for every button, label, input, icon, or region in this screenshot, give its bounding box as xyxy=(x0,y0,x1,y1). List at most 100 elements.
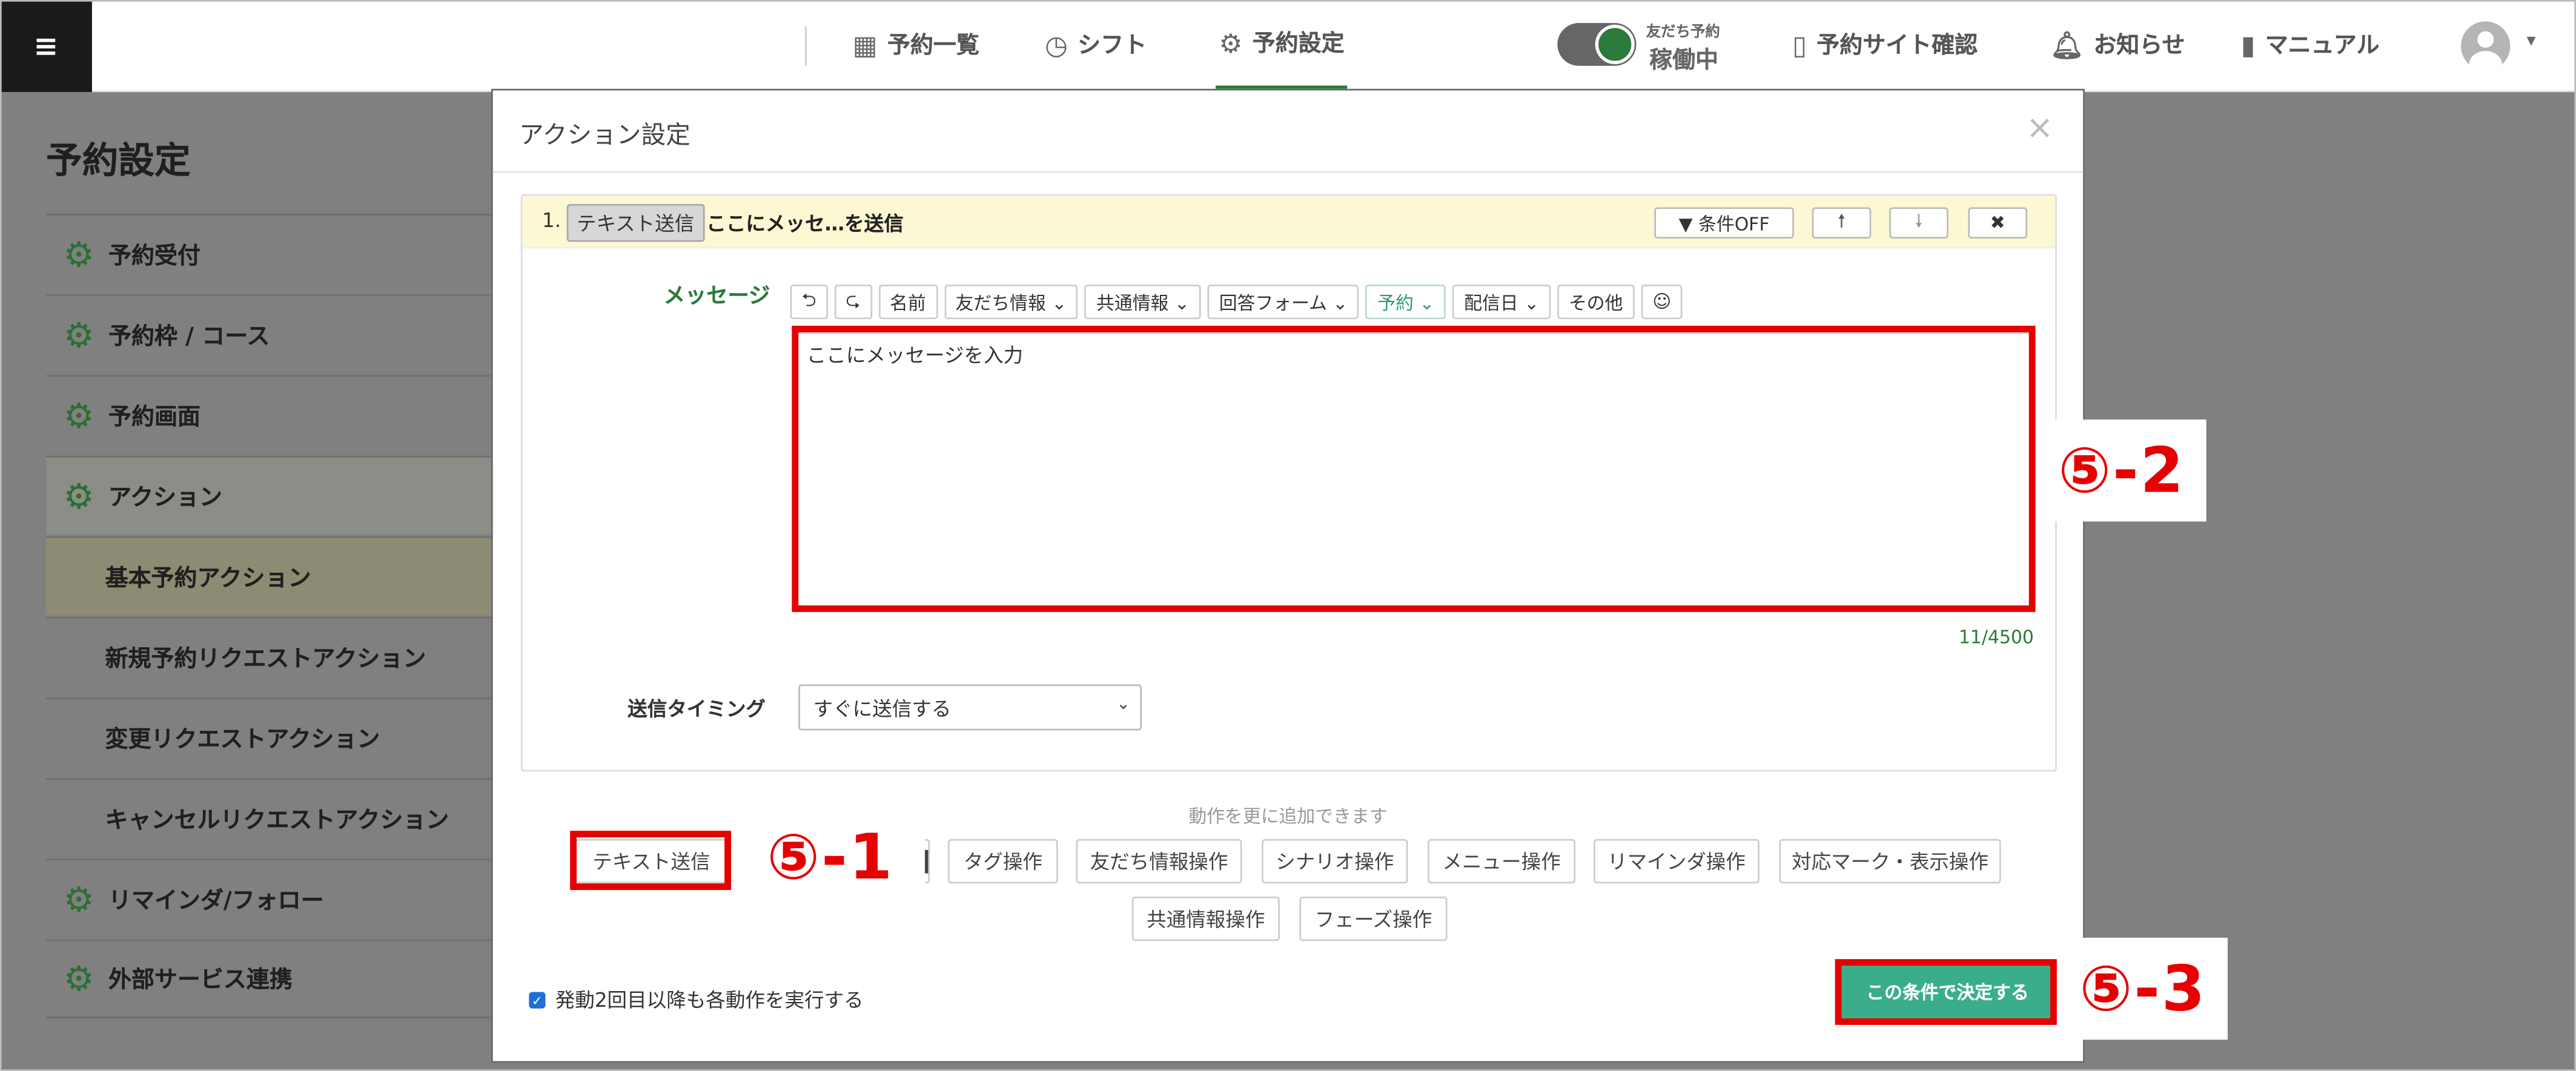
action-number: 1. xyxy=(542,209,561,232)
repeat-label: 発動2回目以降も各動作を実行する xyxy=(555,989,864,1012)
add-scenario-operation-button[interactable]: シナリオ操作 xyxy=(1262,839,1408,884)
arrow-down-icon[interactable]: 🠗 xyxy=(1889,207,1949,239)
reservation-dropdown[interactable]: 予約 ⌄ xyxy=(1366,285,1446,320)
add-menu-operation-button[interactable]: メニュー操作 xyxy=(1427,839,1576,884)
modal-header: アクション設定 × xyxy=(492,90,2084,173)
sidebar-item-cancel-request-action[interactable]: キャンセルリクエストアクション xyxy=(45,778,493,857)
gear-icon: ⚙ xyxy=(63,959,94,999)
message-input[interactable]: ここにメッセージを入力 xyxy=(795,332,2034,612)
chevron-down-icon[interactable]: ▾ xyxy=(2527,30,2536,51)
character-count: 11/4500 xyxy=(1958,627,2034,648)
action-type-badge: テキスト送信 xyxy=(566,203,704,242)
bell-icon: 🔔︎ xyxy=(2050,28,2084,61)
add-reminder-operation-button[interactable]: リマインダ操作 xyxy=(1593,839,1760,884)
add-action-label: 動作を更に追加できます xyxy=(1188,806,1388,828)
add-friend-info-operation-button[interactable]: 友だち情報操作 xyxy=(1076,839,1242,884)
delivery-date-dropdown[interactable]: 配信日 ⌄ xyxy=(1452,285,1551,320)
shared-info-dropdown[interactable]: 共通情報 ⌄ xyxy=(1085,285,1201,320)
nav-label: 予約一覧 xyxy=(887,33,979,59)
gear-icon: ⚙ xyxy=(1219,27,1243,59)
callout-step-5-3: ⑤-3 xyxy=(2058,937,2228,1040)
sidebar-item-label: 基本予約アクション xyxy=(105,565,311,592)
sidebar-item-label: 新規予約リクエストアクション xyxy=(105,645,426,673)
page-title: 予約設定 xyxy=(45,141,191,183)
nav-shift[interactable]: ◷ シフト xyxy=(1045,0,1147,89)
action-card: 1. テキスト送信 ここにメッセ…を送信 ▼ 条件OFF 🠕 🠗 ✖ メッセージ… xyxy=(520,194,2057,772)
nav-divider xyxy=(805,26,807,66)
sidebar-item-label: アクション xyxy=(108,484,223,511)
nav-label: お知らせ xyxy=(2093,33,2185,59)
add-phase-operation-button[interactable]: フェーズ操作 xyxy=(1299,896,1448,941)
nav-reservation-list[interactable]: ▦ 予約一覧 xyxy=(853,0,979,89)
redo-icon[interactable]: ⮎ xyxy=(834,285,872,320)
sidebar-item-label: 予約枠 / コース xyxy=(108,323,270,350)
nav-label: 予約サイト確認 xyxy=(1816,33,1978,59)
answer-form-dropdown[interactable]: 回答フォーム ⌄ xyxy=(1207,285,1360,320)
phone-icon: ▯ xyxy=(1792,28,1807,61)
nav-notifications[interactable]: 🔔︎ お知らせ xyxy=(2050,0,2185,89)
insert-name-button[interactable]: 名前 xyxy=(878,285,938,320)
toggle-status: 稼働中 xyxy=(1649,47,1719,74)
nav-label: シフト xyxy=(1078,33,1147,59)
gear-icon: ⚙ xyxy=(63,476,94,516)
sidebar-item-label: 予約受付 xyxy=(108,242,200,269)
sidebar-item-label: 外部サービス連携 xyxy=(108,967,293,994)
gear-icon: ⚙ xyxy=(63,234,94,274)
friend-info-dropdown[interactable]: 友だち情報 ⌄ xyxy=(944,285,1079,320)
emoji-icon[interactable]: ☺ xyxy=(1641,285,1683,320)
send-timing-select[interactable]: すぐに送信する ⌄ xyxy=(798,684,1142,731)
chevron-down-icon: ⌄ xyxy=(1116,696,1131,714)
callout-step-5-1: ⑤-1 xyxy=(736,812,925,902)
sidebar-item-label: 変更リクエストアクション xyxy=(105,726,380,753)
sidebar-item-booking-screen[interactable]: ⚙ 予約画面 xyxy=(45,375,493,454)
gear-icon: ⚙ xyxy=(63,315,94,355)
gear-icon: ⚙ xyxy=(63,879,94,919)
arrow-up-icon[interactable]: 🠕 xyxy=(1812,207,1872,239)
user-avatar[interactable] xyxy=(2461,21,2511,71)
sidebar-item-basic-action[interactable]: 基本予約アクション xyxy=(45,536,493,616)
undo-icon[interactable]: ⮌ xyxy=(790,285,828,320)
delete-icon[interactable]: ✖ xyxy=(1968,207,2027,239)
send-timing-value: すぐに送信する xyxy=(813,696,952,720)
hamburger-menu-button[interactable]: ≡ xyxy=(0,0,92,93)
action-card-header: 1. テキスト送信 ここにメッセ…を送信 ▼ 条件OFF 🠕 🠗 ✖ xyxy=(522,196,2056,249)
sidebar-item-actions[interactable]: ⚙ アクション xyxy=(45,455,493,535)
menu-icon: ≡ xyxy=(33,28,59,64)
add-tag-operation-button[interactable]: タグ操作 xyxy=(947,839,1058,884)
sidebar-item-slots-courses[interactable]: ⚙ 予約枠 / コース xyxy=(45,294,493,373)
screen: ≡ ▦ 予約一覧 ◷ シフト ⚙ 予約設定 友だち予約 稼働中 ▯ 予約サイト確… xyxy=(0,0,2576,1071)
nav-manual[interactable]: ▮ マニュアル xyxy=(2241,0,2380,89)
action-summary: ここにメッセ…を送信 xyxy=(706,212,904,236)
sidebar-item-reception[interactable]: ⚙ 予約受付 xyxy=(45,214,493,292)
nav-label: マニュアル xyxy=(2265,33,2380,59)
other-button[interactable]: その他 xyxy=(1557,285,1635,320)
sidebar-item-external-services[interactable]: ⚙ 外部サービス連携 xyxy=(45,939,493,1019)
nav-label: 予約設定 xyxy=(1252,31,1345,58)
clock-icon: ◷ xyxy=(1045,28,1068,61)
nav-reservation-settings[interactable]: ⚙ 予約設定 xyxy=(1216,0,1348,89)
nav-site-check[interactable]: ▯ 予約サイト確認 xyxy=(1792,0,1978,89)
sidebar-item-change-request-action[interactable]: 変更リクエストアクション xyxy=(45,697,493,776)
sidebar-item-new-request-action[interactable]: 新規予約リクエストアクション xyxy=(45,616,493,696)
gear-icon: ⚙ xyxy=(63,395,94,435)
repeat-checkbox[interactable]: ✓ xyxy=(529,992,546,1009)
sidebar-item-label: 予約画面 xyxy=(108,404,200,430)
close-icon[interactable]: × xyxy=(2026,107,2053,147)
action-settings-modal: アクション設定 × 1. テキスト送信 ここにメッセ…を送信 ▼ 条件OFF 🠕… xyxy=(491,88,2085,1063)
calendar-icon: ▦ xyxy=(852,28,878,61)
sidebar-item-label: キャンセルリクエストアクション xyxy=(105,806,449,834)
message-label: メッセージ xyxy=(663,285,770,309)
book-icon: ▮ xyxy=(2240,28,2256,61)
sidebar-item-reminder-follow[interactable]: ⚙ リマインダ/フォロー xyxy=(45,858,493,937)
sidebar-item-label: リマインダ/フォロー xyxy=(108,887,324,914)
add-text-send-button[interactable]: テキスト送信 xyxy=(575,839,728,884)
add-mark-display-operation-button[interactable]: 対応マーク・表示操作 xyxy=(1779,839,2001,884)
condition-toggle-button[interactable]: ▼ 条件OFF xyxy=(1654,207,1794,239)
add-shared-info-operation-button[interactable]: 共通情報操作 xyxy=(1131,896,1280,941)
top-navbar: ≡ ▦ 予約一覧 ◷ シフト ⚙ 予約設定 友だち予約 稼働中 ▯ 予約サイト確… xyxy=(0,0,2576,93)
confirm-condition-button[interactable]: この条件で決定する xyxy=(1839,962,2056,1022)
toggle-caption: 友だち予約 xyxy=(1646,24,1720,41)
reservation-toggle[interactable] xyxy=(1557,23,1637,66)
toggle-knob xyxy=(1595,24,1635,64)
callout-step-5-2: ⑤-2 xyxy=(2037,419,2207,522)
